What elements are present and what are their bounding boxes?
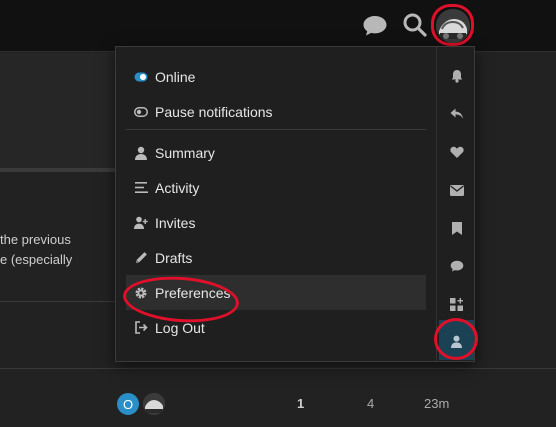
menu-item-label: Preferences: [155, 284, 231, 301]
menu-item-label: Invites: [155, 214, 196, 231]
page-background-band: [0, 53, 115, 168]
page-divider: [0, 168, 115, 172]
user-plus-icon: [134, 216, 148, 230]
chat-icon[interactable]: [361, 13, 388, 37]
menu-item-label: Activity: [155, 179, 200, 196]
grid-plus-icon[interactable]: [437, 294, 476, 314]
chat-bubble-icon[interactable]: [437, 256, 476, 276]
activity-time[interactable]: 23m: [424, 396, 449, 411]
avatar-image: [436, 9, 470, 43]
menu-separator: [126, 129, 426, 130]
menu-item-label: Pause notifications: [155, 103, 273, 120]
bookmark-icon[interactable]: [437, 218, 476, 238]
activity-lines-icon: [134, 181, 148, 195]
menu-item-invites[interactable]: Invites: [126, 205, 426, 240]
pencil-icon: [134, 251, 148, 265]
search-icon[interactable]: [401, 11, 429, 39]
menu-item-activity[interactable]: Activity: [126, 170, 426, 205]
heart-icon[interactable]: [437, 142, 476, 162]
menu-item-online[interactable]: Online: [126, 59, 426, 94]
views-count: 4: [367, 396, 375, 411]
user-avatar-button[interactable]: [436, 9, 470, 43]
replies-count: 1: [297, 396, 305, 411]
poster-avatar[interactable]: [143, 393, 165, 415]
poster-avatar[interactable]: O: [117, 393, 139, 415]
menu-item-label: Log Out: [155, 319, 205, 336]
reply-icon[interactable]: [437, 104, 476, 124]
gear-icon: [134, 286, 148, 300]
page-divider: [0, 301, 115, 302]
site-header: [0, 0, 556, 52]
toggle-off-icon: [134, 105, 148, 119]
menu-item-label: Summary: [155, 144, 215, 161]
menu-item-summary[interactable]: Summary: [126, 135, 426, 170]
menu-item-pause-notifications[interactable]: Pause notifications: [126, 94, 426, 129]
user-menu-tabs: [436, 47, 475, 361]
post-text-line: e (especially: [0, 252, 73, 267]
user-icon[interactable]: [437, 331, 476, 351]
user-menu-list: Online Pause notifications Summary Activ…: [126, 59, 426, 345]
user-icon: [134, 146, 148, 160]
user-menu: Online Pause notifications Summary Activ…: [115, 46, 475, 362]
menu-item-label: Drafts: [155, 249, 193, 266]
bell-icon[interactable]: [437, 66, 476, 86]
menu-item-label: Online: [155, 68, 196, 85]
sign-out-icon: [134, 321, 148, 335]
topic-row[interactable]: O 1 4 23m: [0, 390, 556, 418]
toggle-on-icon: [134, 70, 148, 84]
menu-item-log-out[interactable]: Log Out: [126, 310, 426, 345]
menu-item-drafts[interactable]: Drafts: [126, 240, 426, 275]
envelope-icon[interactable]: [437, 180, 476, 200]
post-text-line: the previous: [0, 232, 71, 247]
page-divider: [0, 368, 556, 369]
menu-item-preferences[interactable]: Preferences: [126, 275, 426, 310]
